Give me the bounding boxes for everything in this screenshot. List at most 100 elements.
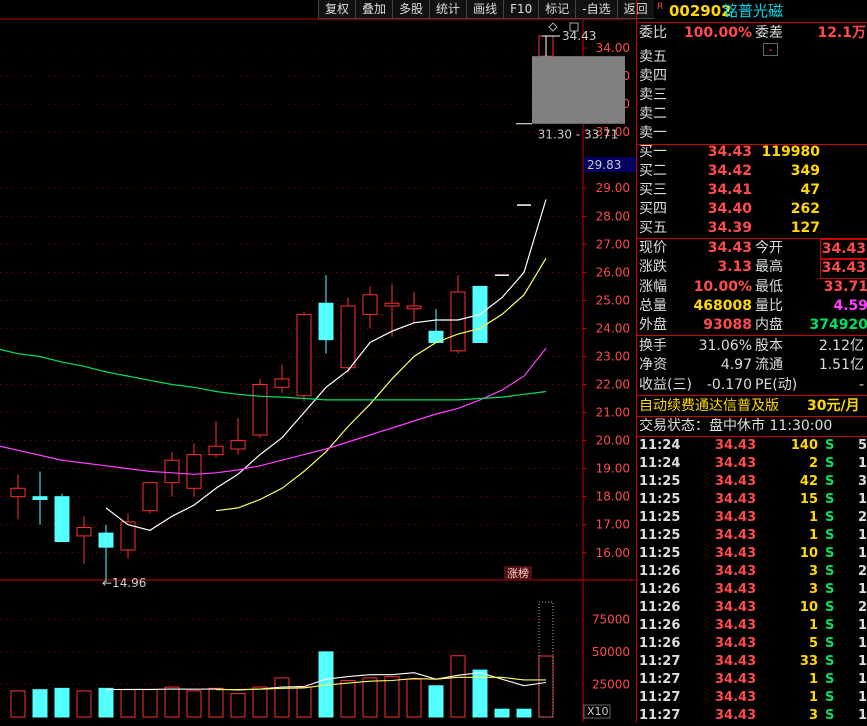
price-tick-label: 17.00: [596, 518, 630, 532]
trade-row: 11:26 34.43 3 S 2: [637, 563, 867, 581]
bid-row[interactable]: 买四 34.40 262: [637, 200, 867, 219]
trade-count: 1: [858, 654, 867, 669]
trade-time: 11:26: [639, 600, 681, 615]
trade-volume: 3: [808, 582, 818, 597]
trade-row: 11:27 34.43 1 S 1: [637, 689, 867, 707]
trade-row: 11:26 34.43 3 S 1: [637, 581, 867, 599]
candle[interactable]: [208, 420, 224, 458]
candle[interactable]: [230, 418, 246, 455]
bid-row[interactable]: 买一 34.43 119980: [637, 143, 867, 162]
toolbar-button[interactable]: 复权: [318, 0, 356, 19]
candle[interactable]: [450, 275, 466, 354]
price-tick-label: 27.00: [596, 237, 630, 251]
volume-tick-label: 25000: [592, 677, 630, 691]
toolbar-button[interactable]: 叠加: [355, 0, 393, 19]
quote-value: 3.13: [717, 259, 752, 276]
toolbar-button[interactable]: -自选: [575, 0, 617, 19]
candle[interactable]: [362, 286, 378, 329]
trade-side: S: [825, 582, 835, 597]
kline-chart-area[interactable]: 16.00 17.00 18.00 19.00 20.00 21.00 22.00 23.00…: [0, 0, 636, 722]
volume-bar: [406, 678, 422, 718]
volume-bar: [428, 685, 444, 718]
trade-row: 11:27 34.43 1 S 1: [637, 671, 867, 689]
ad-text[interactable]: 自动续费通达信普及版: [639, 397, 779, 416]
bid-price: 34.41: [707, 182, 752, 198]
divider: [637, 335, 867, 336]
candle[interactable]: [164, 451, 180, 497]
candle[interactable]: [428, 308, 444, 343]
bid-row[interactable]: 买五 34.39 127: [637, 219, 867, 238]
trade-price: 34.43: [715, 456, 757, 471]
bid-row[interactable]: 买三 34.41 47: [637, 181, 867, 200]
ask-row[interactable]: 卖三: [637, 86, 867, 105]
candle[interactable]: [10, 474, 26, 520]
toolbar-button[interactable]: 多股: [392, 0, 430, 19]
candle[interactable]: [296, 311, 312, 402]
kline-chart-svg[interactable]: 16.00 17.00 18.00 19.00 20.00 21.00 22.00 23.00…: [0, 0, 636, 722]
bid-label: 买一: [639, 144, 667, 160]
quote-label: 外盘: [639, 317, 667, 334]
bid-row[interactable]: 买二 34.42 349: [637, 162, 867, 181]
trade-side: S: [825, 510, 835, 525]
ad-price[interactable]: 30元/月: [807, 397, 860, 416]
diamond-icon[interactable]: [548, 22, 558, 32]
trade-time: 11:25: [639, 474, 681, 489]
toolbar-button[interactable]: 画线: [466, 0, 504, 19]
quote-row: 现价 34.43 今开 34.43: [637, 239, 867, 260]
fundamental-value: 4.97: [720, 357, 752, 374]
volume-bar: [164, 686, 180, 718]
candle[interactable]: [32, 471, 48, 525]
trade-row: 11:25 34.43 1 S 1: [637, 527, 867, 545]
trade-row: 11:24 34.43 140 S 5: [637, 437, 867, 455]
toolbar-button[interactable]: 标记: [538, 0, 576, 19]
quote-value: 34.43: [819, 239, 867, 260]
quote-value: 33.71: [823, 278, 867, 295]
trade-time: 11:26: [639, 636, 681, 651]
trade-count: 3: [858, 474, 867, 489]
trade-row: 11:26 34.43 10 S 2: [637, 599, 867, 617]
price-tick-label: 22.00: [596, 378, 630, 392]
candle[interactable]: [274, 364, 290, 393]
trade-time: 11:26: [639, 564, 681, 579]
bid-volume: 47: [800, 182, 820, 198]
candle[interactable]: [98, 524, 114, 582]
order-diff-label: 委差: [755, 25, 783, 41]
limit-up-tag[interactable]: 涨榜: [507, 566, 529, 580]
trade-price: 34.43: [715, 564, 757, 579]
toolbar-button[interactable]: F10: [503, 0, 539, 19]
order-ratio-row: 委比 100.00% 委差 12.1万: [637, 24, 867, 43]
trade-side: S: [825, 474, 835, 489]
candle[interactable]: [142, 482, 158, 514]
trade-time: 11:27: [639, 672, 681, 687]
trade-status: 交易状态：盘中休市 11:30:00: [639, 418, 833, 434]
ask-row[interactable]: 卖五: [637, 48, 867, 67]
quote-row: 外盘 93088 内盘 374920: [637, 316, 867, 335]
candle[interactable]: [186, 443, 202, 497]
volume-bar: [450, 655, 466, 718]
trade-row: 11:25 34.43 42 S 3: [637, 473, 867, 491]
candle[interactable]: [406, 291, 422, 323]
ask-row[interactable]: 卖二: [637, 105, 867, 124]
candle[interactable]: [318, 275, 334, 354]
ad-row[interactable]: 自动续费通达信普及版 30元/月: [637, 397, 867, 416]
candle[interactable]: [340, 297, 356, 374]
ask-row[interactable]: 卖四: [637, 67, 867, 86]
quote-label: 内盘: [755, 317, 783, 334]
candle[interactable]: [76, 516, 92, 564]
trade-side: S: [825, 438, 835, 453]
bid-label: 买四: [639, 201, 667, 217]
trade-row: 11:25 34.43 10 S 1: [637, 545, 867, 563]
quote-value: 93088: [703, 317, 752, 334]
candle-body: [384, 302, 400, 307]
toolbar-button[interactable]: 统计: [429, 0, 467, 19]
trade-price: 34.43: [715, 492, 757, 507]
ask-row[interactable]: 卖一: [637, 124, 867, 143]
candle-body: [252, 384, 268, 436]
candle[interactable]: [252, 378, 268, 438]
candle[interactable]: [54, 493, 70, 543]
price-tick-label: 16.00: [596, 546, 630, 560]
fundamental-row: 净资 4.97 流通 1.51亿: [637, 356, 867, 375]
trade-volume: 33: [799, 654, 818, 669]
trade-volume: 10: [799, 546, 818, 561]
bid-price: 34.43: [707, 144, 752, 160]
